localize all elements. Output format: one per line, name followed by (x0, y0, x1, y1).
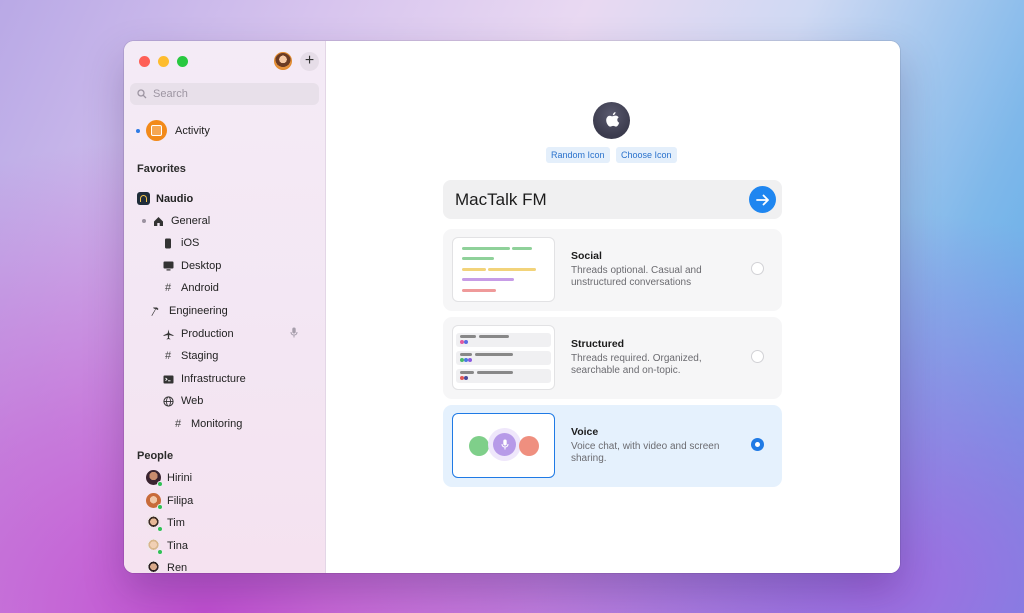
online-indicator (157, 481, 163, 487)
sidebar-item-staging[interactable]: # Staging (162, 350, 218, 362)
sidebar-item-infrastructure[interactable]: Infrastructure (162, 373, 246, 385)
option-card-structured[interactable]: Structured Threads required. Organized, … (443, 317, 782, 399)
person-name: Hirini (167, 471, 193, 484)
person-name: Filipa (167, 494, 194, 507)
choose-icon-button[interactable]: Choose Icon (616, 147, 677, 163)
sidebar-item-label: Monitoring (191, 418, 243, 430)
online-indicator (157, 504, 163, 510)
person-name: Tim (167, 516, 185, 529)
submit-button[interactable] (749, 186, 776, 213)
sidebar-item-android[interactable]: # Android (162, 282, 219, 294)
workspace-naudio[interactable]: Naudio (137, 192, 193, 205)
voice-preview-thumbnail (452, 413, 555, 478)
structured-preview-thumbnail (452, 325, 555, 390)
activity-item[interactable]: Activity (136, 120, 210, 141)
airplane-icon (162, 328, 174, 340)
sidebar-item-label: Infrastructure (181, 373, 246, 385)
channel-name-value: MacTalk FM (455, 189, 547, 209)
avatar (146, 493, 163, 510)
hash-icon: # (174, 418, 182, 430)
person-tim[interactable]: Tim (146, 515, 185, 532)
sidebar-item-ios[interactable]: iOS (162, 237, 199, 249)
sidebar-item-label: Web (181, 395, 204, 407)
arrow-right-icon (755, 194, 769, 205)
current-user-avatar[interactable] (274, 52, 292, 70)
person-tina[interactable]: Tina (146, 538, 188, 555)
close-window-button[interactable] (139, 56, 150, 67)
person-ren[interactable]: Ren (146, 560, 187, 573)
sidebar-item-label: Engineering (169, 305, 228, 317)
workspace-icon (137, 192, 150, 205)
sidebar-item-label: Production (181, 328, 234, 340)
option-radio[interactable] (751, 262, 764, 275)
option-card-social[interactable]: Social Threads optional. Casual and unst… (443, 229, 782, 311)
sidebar-item-label: iOS (181, 237, 200, 249)
activity-label: Activity (175, 124, 210, 137)
sidebar-item-engineering[interactable]: Engineering (150, 305, 228, 317)
sidebar-item-label: Android (181, 282, 219, 294)
terminal-icon (162, 373, 174, 385)
person-hirini[interactable]: Hirini (146, 470, 193, 487)
create-channel-panel: Random Icon Choose Icon MacTalk FM Socia… (326, 41, 900, 573)
activity-icon (146, 120, 167, 141)
person-name: Ren (167, 561, 188, 574)
app-window: + Search Activity Favorites Naudio Gener… (124, 41, 900, 573)
workspace-label: Naudio (156, 192, 194, 205)
option-radio-selected[interactable] (751, 438, 764, 451)
apple-logo-icon (605, 111, 619, 127)
option-title: Structured (571, 338, 625, 350)
unread-dot (136, 128, 140, 133)
person-filipa[interactable]: Filipa (146, 493, 194, 510)
hash-icon: # (164, 282, 172, 294)
sidebar-item-monitoring[interactable]: # Monitoring (172, 418, 242, 430)
sidebar-item-web[interactable]: Web (162, 395, 203, 407)
option-description: Threads optional. Casual and unstructure… (571, 265, 702, 288)
channel-name-field[interactable]: MacTalk FM (443, 180, 782, 219)
search-input[interactable]: Search (130, 83, 319, 105)
online-indicator (157, 526, 163, 532)
hash-icon: # (164, 350, 172, 362)
sidebar: + Search Activity Favorites Naudio Gener… (124, 41, 326, 573)
random-icon-button[interactable]: Random Icon (546, 147, 610, 163)
sidebar-item-production[interactable]: Production (162, 327, 312, 341)
unread-dot (142, 219, 146, 223)
search-icon (137, 89, 147, 99)
people-heading: People (137, 450, 174, 462)
online-indicator (157, 549, 163, 555)
option-description: Threads required. Organized, searchable … (571, 353, 702, 376)
sidebar-item-desktop[interactable]: Desktop (162, 260, 221, 272)
new-channel-button[interactable]: + (300, 52, 319, 71)
option-description: Voice chat, with video and screen sharin… (571, 441, 720, 464)
sidebar-item-general[interactable]: General (142, 215, 210, 227)
sidebar-item-label: General (171, 215, 211, 227)
option-card-voice[interactable]: Voice Voice chat, with video and screen … (443, 405, 782, 487)
social-preview-thumbnail (452, 237, 555, 302)
monitor-icon (162, 260, 174, 272)
sidebar-item-label: Staging (181, 350, 219, 362)
search-placeholder: Search (153, 88, 188, 100)
channel-icon-preview[interactable] (593, 102, 630, 139)
avatar (146, 515, 163, 532)
sidebar-item-label: Desktop (181, 260, 222, 272)
person-name: Tina (167, 539, 188, 552)
zoom-window-button[interactable] (177, 56, 188, 67)
house-icon (152, 215, 164, 227)
avatar (146, 560, 161, 573)
minimize-window-button[interactable] (158, 56, 169, 67)
microphone-icon (501, 439, 508, 450)
phone-icon (162, 237, 174, 249)
option-title: Social (571, 250, 602, 262)
avatar (146, 470, 163, 487)
option-title: Voice (571, 426, 599, 438)
option-radio[interactable] (751, 350, 764, 363)
hammer-icon (150, 305, 162, 317)
favorites-heading: Favorites (137, 163, 186, 175)
window-controls (139, 56, 188, 67)
microphone-icon (290, 327, 298, 341)
globe-icon (162, 395, 174, 407)
avatar (146, 538, 163, 555)
